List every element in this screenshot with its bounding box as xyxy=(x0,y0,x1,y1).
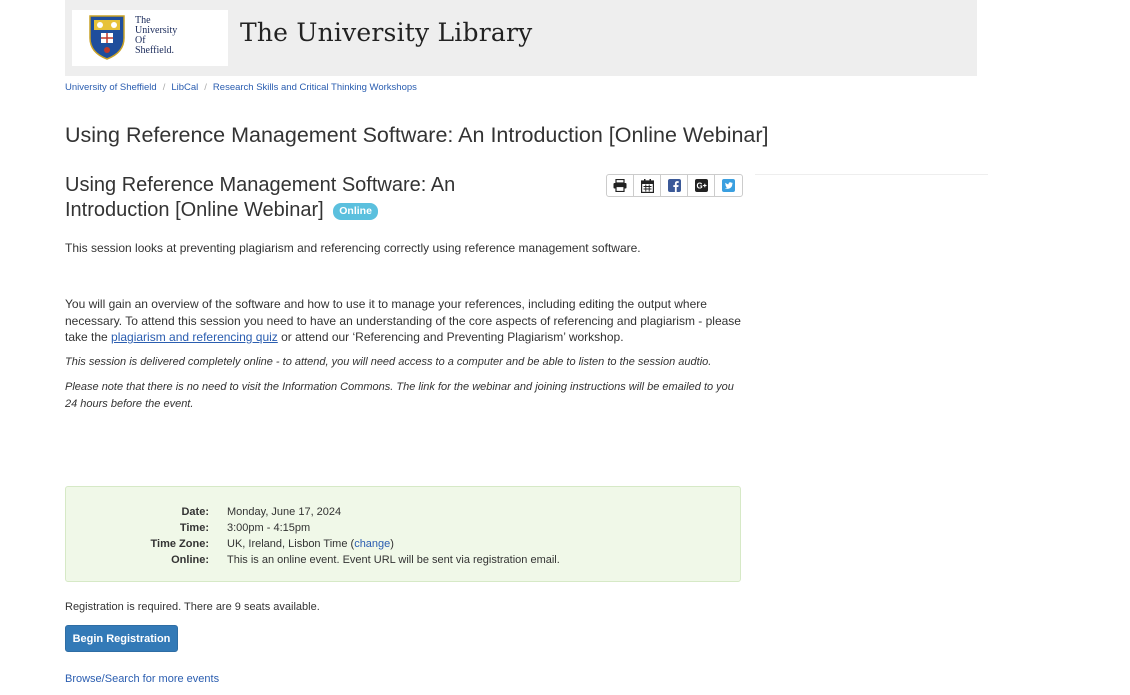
facebook-share-button[interactable] xyxy=(661,175,688,196)
event-description-body: You will gain an overview of the softwar… xyxy=(65,296,745,346)
time-value: 3:00pm - 4:15pm xyxy=(227,522,311,534)
browse-events-link[interactable]: Browse/Search for more events xyxy=(65,673,219,685)
event-note-email: Please note that there is no need to vis… xyxy=(65,381,734,410)
date-label: Date: xyxy=(181,506,209,518)
online-label: Online: xyxy=(171,554,209,566)
university-crest-icon xyxy=(89,15,125,60)
add-to-calendar-button[interactable] xyxy=(634,175,661,196)
timezone-text: UK, Ireland, Lisbon Time xyxy=(227,538,348,550)
begin-registration-button[interactable]: Begin Registration xyxy=(65,625,178,652)
twitter-icon xyxy=(722,179,735,192)
print-icon xyxy=(613,179,627,192)
timezone-change-link[interactable]: change xyxy=(354,538,390,550)
logo-wordmark: The University Of Sheffield. xyxy=(135,16,215,56)
calendar-icon xyxy=(640,178,654,193)
share-toolbar: G xyxy=(606,174,743,197)
event-description-text: or attend our ‘Referencing and Preventin… xyxy=(277,330,624,344)
twitter-share-button[interactable] xyxy=(715,175,742,196)
page-title: Using Reference Management Software: An … xyxy=(65,123,769,147)
event-description-intro: This session looks at preventing plagiar… xyxy=(65,241,641,255)
sidebar-divider xyxy=(755,174,988,175)
logo-line: Sheffield. xyxy=(135,45,174,56)
timezone-label: Time Zone: xyxy=(150,538,209,550)
site-header: The University Of Sheffield. The Univers… xyxy=(65,0,977,76)
time-label: Time: xyxy=(179,522,209,534)
print-button[interactable] xyxy=(607,175,634,196)
google-plus-icon: G xyxy=(694,179,708,192)
event-title-text: Using Reference Management Software: An … xyxy=(65,174,456,221)
breadcrumb-separator: / xyxy=(162,82,166,93)
facebook-icon xyxy=(667,179,681,192)
event-title: Using Reference Management Software: An … xyxy=(65,173,545,223)
timezone-value: UK, Ireland, Lisbon Time (change) xyxy=(227,538,394,550)
logo-line: University xyxy=(135,25,178,36)
online-value: This is an online event. Event URL will … xyxy=(227,554,560,566)
breadcrumb-link-libcal[interactable]: LibCal xyxy=(171,82,198,93)
svg-text:G: G xyxy=(696,182,702,191)
site-title[interactable]: The University Library xyxy=(240,18,532,47)
breadcrumb: University of Sheffield / LibCal / Research … xyxy=(65,82,417,93)
date-value: Monday, June 17, 2024 xyxy=(227,506,342,518)
online-badge: Online xyxy=(333,203,378,220)
event-details-panel: Date: Monday, June 17, 2024 Time: 3:00pm… xyxy=(65,486,741,582)
breadcrumb-link-university[interactable]: University of Sheffield xyxy=(65,82,157,93)
breadcrumb-link-workshops[interactable]: Research Skills and Critical Thinking Wo… xyxy=(213,82,417,93)
registration-status: Registration is required. There are 9 se… xyxy=(65,601,320,613)
google-plus-share-button[interactable]: G xyxy=(688,175,715,196)
event-note-online: This session is delivered completely onl… xyxy=(65,356,712,368)
plagiarism-quiz-link[interactable]: plagiarism and referencing quiz xyxy=(111,330,278,344)
university-logo[interactable]: The University Of Sheffield. xyxy=(72,10,228,66)
breadcrumb-separator: / xyxy=(204,82,207,93)
